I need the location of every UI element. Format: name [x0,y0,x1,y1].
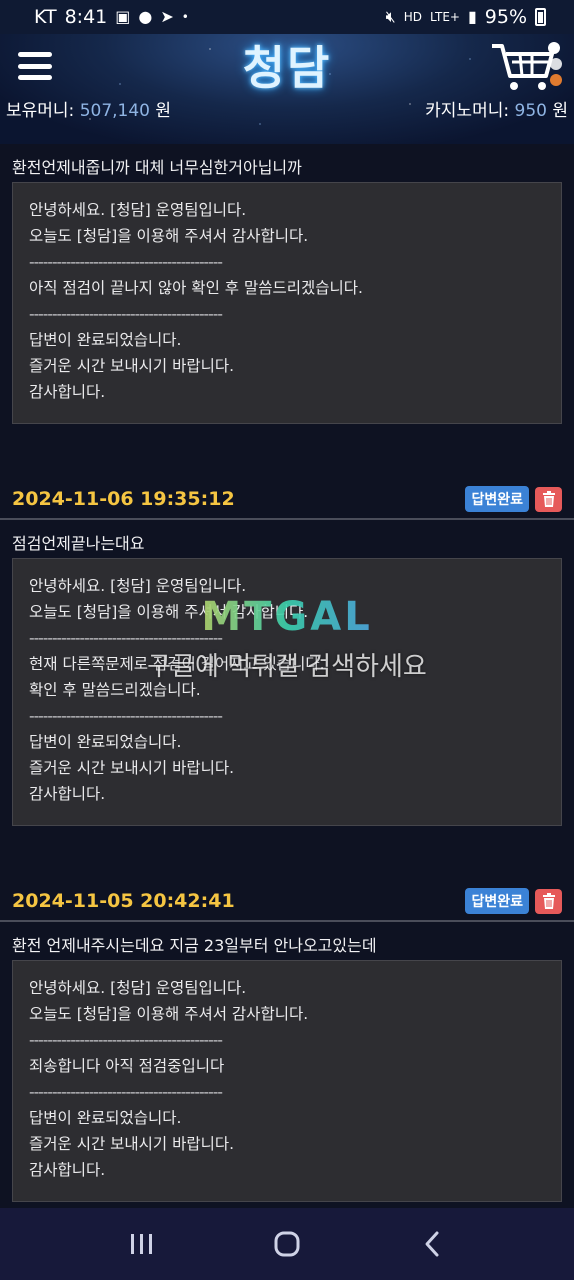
telegram-icon: ➤ [160,7,174,26]
app-header: 청담 보유머니: 507,140 원 카지노머니: 950 원 [0,34,574,144]
back-button[interactable] [412,1224,452,1264]
inquiry-item: 2024-11-06 19:35:12 답변완료 점검언제끝나는대요 안녕하세요 [0,480,574,826]
recent-apps-icon [131,1234,153,1254]
inquiry-title[interactable]: 환전언제내줍니까 대체 너무심한거아닙니까 [0,144,574,182]
inquiry-date: 2024-11-05 20:42:41 [12,890,235,912]
mute-icon: 🔇︎ [385,7,396,26]
holding-money-value: 507,140 [79,101,151,121]
battery-percent: 95% [484,6,527,28]
dot-icon: • [181,10,189,24]
system-nav-bar [0,1208,574,1280]
hd-icon: HD [403,10,422,24]
recent-apps-button[interactable] [122,1224,162,1264]
site-logo[interactable]: 청담 [0,34,574,98]
signal-icon: ▮ [467,7,477,26]
trash-icon [542,491,555,507]
message-icon: ● [138,7,153,26]
inquiry-item: 환전언제내줍니까 대체 너무심한거아닙니까 안녕하세요. [청담] 운영팀입니다… [0,144,574,424]
status-badge: 답변완료 [465,486,529,512]
balance-row: 보유머니: 507,140 원 카지노머니: 950 원 [0,96,574,121]
casino-money: 카지노머니: 950 원 [425,101,568,121]
inquiry-item: 2024-11-05 20:42:41 답변완료 환전 언제내주시는데요 지금 … [0,882,574,1202]
inquiry-meta: 2024-11-06 19:35:12 답변완료 [0,480,574,520]
status-bar: KT 8:41 ▣ ● ➤ • 🔇︎ HD LTE+ ▮ 95% [0,0,574,34]
gallery-icon: ▣ [115,7,131,26]
home-icon [274,1231,300,1257]
holding-money: 보유머니: 507,140 원 [6,101,172,121]
inquiry-title[interactable]: 점검언제끝나는대요 [0,520,574,558]
battery-icon [535,8,546,26]
status-badge: 답변완료 [465,888,529,914]
cart-icon[interactable] [490,38,564,96]
answer-box: 안녕하세요. [청담] 운영팀입니다. 오늘도 [청담]을 이용해 주셔서 감사… [12,558,562,826]
answer-box: 안녕하세요. [청담] 운영팀입니다. 오늘도 [청담]을 이용해 주셔서 감사… [12,960,562,1202]
network-type: LTE+ [429,10,460,24]
casino-money-value: 950 [514,101,547,121]
trash-icon [542,893,555,909]
delete-button[interactable] [535,888,562,914]
back-icon [425,1231,439,1257]
inquiry-title[interactable]: 환전 언제내주시는데요 지금 23일부터 안나오고있는데 [0,922,574,960]
inquiry-meta: 2024-11-05 20:42:41 답변완료 [0,882,574,922]
answer-box: 안녕하세요. [청담] 운영팀입니다. 오늘도 [청담]을 이용해 주셔서 감사… [12,182,562,424]
clock: 8:41 [64,6,108,28]
home-button[interactable] [267,1224,307,1264]
inquiry-list: 환전언제내줍니까 대체 너무심한거아닙니까 안녕하세요. [청담] 운영팀입니다… [0,144,574,1208]
inquiry-date: 2024-11-06 19:35:12 [12,488,235,510]
delete-button[interactable] [535,486,562,512]
carrier: KT [34,6,57,28]
